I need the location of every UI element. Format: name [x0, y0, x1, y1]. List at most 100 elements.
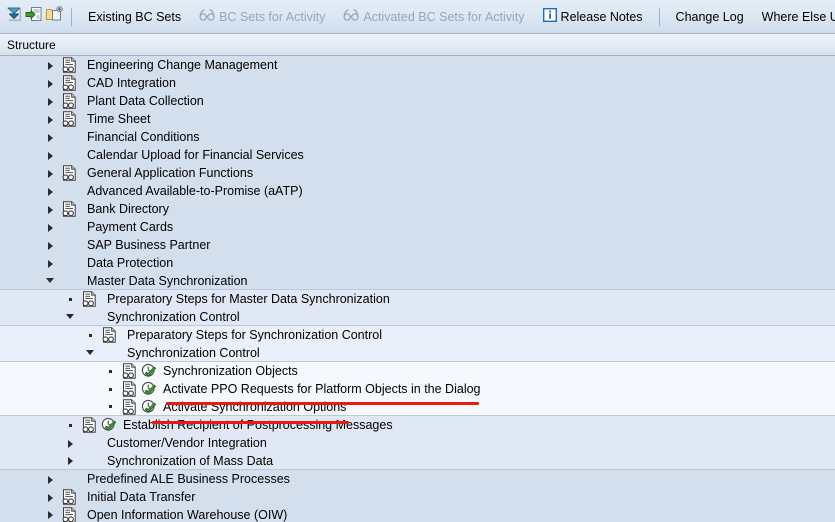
- tree-row[interactable]: Synchronization Control: [0, 308, 835, 326]
- tree-row-label: Activate Synchronization Options: [163, 399, 347, 414]
- collapse-all-button[interactable]: [5, 4, 23, 30]
- img-documentation-icon: [82, 291, 97, 307]
- expand-triangle-icon[interactable]: [65, 455, 76, 466]
- img-documentation-icon: [62, 165, 77, 181]
- img-documentation-icon: [122, 381, 137, 397]
- tree-row[interactable]: CAD Integration: [0, 74, 835, 92]
- tree-row[interactable]: General Application Functions: [0, 164, 835, 182]
- img-structure-tree[interactable]: Engineering Change Management CAD Integra…: [0, 56, 835, 522]
- leaf-node-icon: [105, 401, 116, 412]
- collapse-triangle-icon[interactable]: [85, 347, 96, 358]
- tree-row-label: Plant Data Collection: [87, 94, 204, 108]
- tree-row-label: Initial Data Transfer: [87, 490, 196, 504]
- tree-row[interactable]: Calendar Upload for Financial Services: [0, 146, 835, 164]
- expand-triangle-icon[interactable]: [45, 240, 56, 251]
- tree-row[interactable]: Data Protection: [0, 254, 835, 272]
- img-documentation-icon: [62, 57, 77, 73]
- expand-triangle-icon[interactable]: [45, 96, 56, 107]
- tree-row[interactable]: Preparatory Steps for Synchronization Co…: [0, 326, 835, 344]
- expand-triangle-icon[interactable]: [45, 114, 56, 125]
- leaf-node-icon: [105, 366, 116, 377]
- tree-row-label: Engineering Change Management: [87, 58, 278, 72]
- tree-row[interactable]: Payment Cards: [0, 218, 835, 236]
- img-documentation-icon: [62, 93, 77, 109]
- expand-triangle-icon[interactable]: [45, 258, 56, 269]
- copy-structure-button[interactable]: [45, 4, 63, 30]
- structure-column-header[interactable]: Structure: [0, 34, 835, 56]
- expand-triangle-icon[interactable]: [45, 168, 56, 179]
- tree-row[interactable]: Customer/Vendor Integration: [0, 434, 835, 452]
- tree-row[interactable]: Preparatory Steps for Master Data Synchr…: [0, 290, 835, 308]
- execute-activity-button[interactable]: [25, 4, 43, 30]
- tree-row[interactable]: Open Information Warehouse (OIW): [0, 506, 835, 522]
- toolbar-item-label: Where Else Use: [761, 9, 835, 24]
- tree-row[interactable]: Synchronization Objects: [0, 362, 835, 380]
- img-documentation-icon: [62, 111, 77, 127]
- img-documentation-icon: [62, 489, 77, 505]
- double-chevron-down-icon: [5, 5, 23, 28]
- expand-triangle-icon[interactable]: [45, 150, 56, 161]
- leaf-node-icon: [105, 384, 116, 395]
- tree-row-label: Financial Conditions: [87, 130, 200, 144]
- tree-row-label: Calendar Upload for Financial Services: [87, 148, 304, 162]
- tree-row[interactable]: Activate PPO Requests for Platform Objec…: [0, 380, 835, 398]
- toolbar-item-release-notes[interactable]: Release Notes: [534, 4, 652, 30]
- toolbar-item-bc-sets-for-activity[interactable]: BC Sets for Activity: [190, 4, 334, 30]
- expand-triangle-icon[interactable]: [45, 186, 56, 197]
- expand-triangle-icon[interactable]: [45, 492, 56, 503]
- tree-row[interactable]: Bank Directory: [0, 200, 835, 218]
- tree-row[interactable]: Initial Data Transfer: [0, 488, 835, 506]
- tree-row-label: Time Sheet: [87, 112, 151, 126]
- toolbar-item-label: Activated BC Sets for Activity: [363, 9, 525, 24]
- expand-triangle-icon[interactable]: [45, 78, 56, 89]
- leaf-node-icon: [65, 420, 76, 431]
- expand-triangle-icon[interactable]: [45, 222, 56, 233]
- info-icon: [542, 7, 557, 25]
- expand-triangle-icon[interactable]: [45, 509, 56, 520]
- img-documentation-icon: [62, 506, 77, 522]
- tree-row-label: Bank Directory: [87, 202, 169, 216]
- expand-triangle-icon[interactable]: [45, 474, 56, 485]
- glasses-icon: [343, 8, 359, 25]
- toolbar-item-where-else-used[interactable]: Where Else Use: [753, 4, 835, 30]
- collapse-triangle-icon[interactable]: [65, 311, 76, 322]
- tree-row[interactable]: Time Sheet: [0, 110, 835, 128]
- img-activity-icon[interactable]: [141, 399, 157, 415]
- folder-copy-icon: [45, 5, 63, 28]
- expand-triangle-icon[interactable]: [45, 132, 56, 143]
- tree-row[interactable]: Engineering Change Management: [0, 56, 835, 74]
- tree-row[interactable]: Activate Synchronization Options: [0, 398, 835, 416]
- expand-triangle-icon[interactable]: [45, 60, 56, 71]
- tree-row-label: Open Information Warehouse (OIW): [87, 507, 288, 522]
- img-activity-icon[interactable]: [101, 417, 117, 433]
- toolbar: Existing BC Sets BC Sets for Activity Ac: [0, 0, 835, 34]
- tree-row[interactable]: SAP Business Partner: [0, 236, 835, 254]
- toolbar-item-change-log[interactable]: Change Log: [667, 4, 753, 30]
- tree-row-label: Master Data Synchronization: [87, 273, 248, 288]
- expand-triangle-icon[interactable]: [65, 438, 76, 449]
- img-documentation-icon: [122, 363, 137, 379]
- tree-row[interactable]: Master Data Synchronization: [0, 272, 835, 290]
- img-activity-icon[interactable]: [141, 363, 157, 379]
- tree-row[interactable]: Advanced Available-to-Promise (aATP): [0, 182, 835, 200]
- tree-row[interactable]: Establish Recipient of Postprocessing Me…: [0, 416, 835, 434]
- toolbar-item-activated-bc-sets-for-activity[interactable]: Activated BC Sets for Activity: [334, 4, 533, 30]
- toolbar-item-label: Change Log: [675, 9, 744, 24]
- collapse-triangle-icon[interactable]: [45, 275, 56, 286]
- img-activity-icon[interactable]: [141, 381, 157, 397]
- toolbar-item-existing-bc-sets[interactable]: Existing BC Sets: [79, 4, 190, 30]
- img-documentation-icon: [122, 398, 137, 415]
- tree-row[interactable]: Financial Conditions: [0, 128, 835, 146]
- green-arrow-document-icon: [25, 5, 43, 28]
- tree-row[interactable]: Predefined ALE Business Processes: [0, 470, 835, 488]
- tree-row-label: Synchronization Objects: [163, 364, 298, 378]
- tree-row-label: General Application Functions: [87, 166, 254, 180]
- tree-row[interactable]: Plant Data Collection: [0, 92, 835, 110]
- tree-row[interactable]: Synchronization Control: [0, 344, 835, 362]
- tree-row[interactable]: Synchronization of Mass Data: [0, 452, 835, 470]
- leaf-node-icon: [65, 294, 76, 305]
- img-documentation-icon: [62, 75, 77, 91]
- structure-header-label: Structure: [7, 37, 56, 52]
- expand-triangle-icon[interactable]: [45, 204, 56, 215]
- leaf-node-icon: [85, 330, 96, 341]
